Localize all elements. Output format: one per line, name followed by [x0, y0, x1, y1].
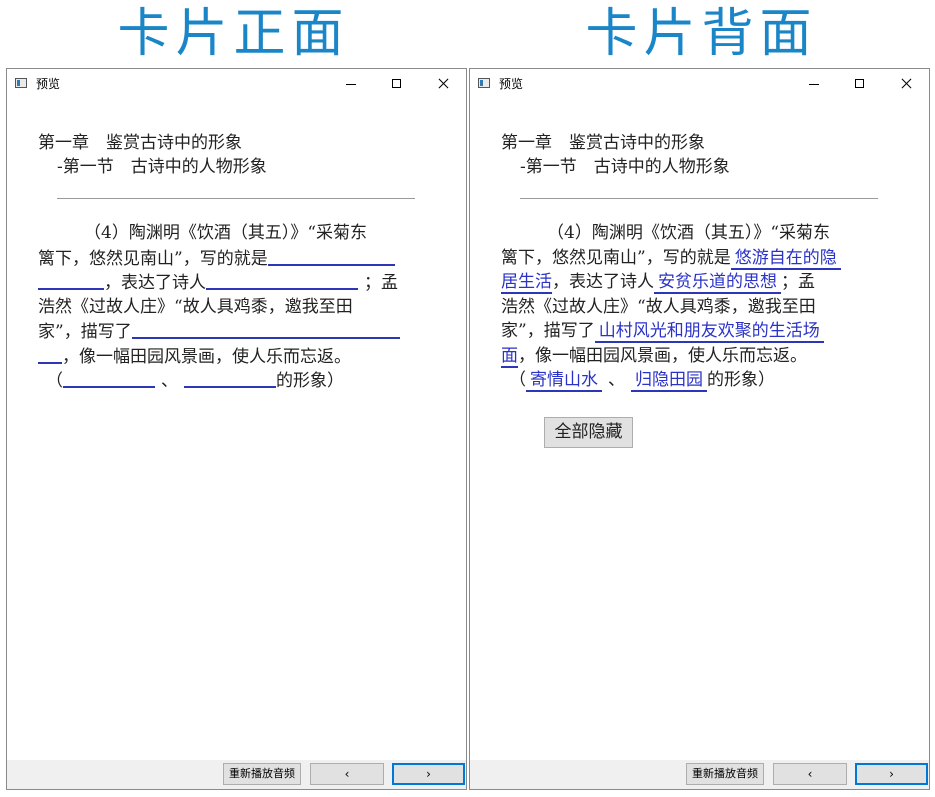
title-bar: 预览: [470, 69, 929, 99]
minimize-icon[interactable]: [791, 69, 837, 99]
answer-line: 家”，描写了 山村风光和朋友欢聚的生活场: [501, 319, 886, 344]
question-text-segment: （4）陶渊明《饮酒（其五）》“采菊东: [547, 223, 831, 243]
card-heading-block: 第一章 鉴赏古诗中的形象 -第一节 古诗中的人物形象: [38, 131, 428, 179]
question-line: （4）陶渊明《饮酒（其五）》“采菊东: [38, 221, 423, 246]
question-text-segment: 、: [608, 370, 625, 390]
question-text-segment: 的形象）: [276, 371, 344, 391]
app-window-icon: [15, 78, 27, 88]
answer-3: 山村风光和朋友欢聚的生活场: [594, 321, 824, 343]
replay-audio-button[interactable]: 重新播放音频: [223, 763, 301, 785]
previous-button[interactable]: ‹: [310, 763, 384, 785]
answer-line: 居生活，表达了诗人 安贫乐道的思想 ；孟: [501, 270, 886, 295]
divider: [57, 198, 415, 199]
answer-1: 悠游自在的隐: [730, 247, 841, 270]
answer-3-continued: 面: [501, 345, 518, 368]
question-text-segment: 浩然《过故人庄》“故人具鸡黍，邀我至田: [38, 296, 353, 317]
question-text-segment: ，像一幅田园风景画，使人乐而忘返。: [518, 345, 807, 366]
bottom-toolbar: 重新播放音频 ‹ ›: [7, 760, 466, 789]
previous-button[interactable]: ‹: [773, 763, 847, 785]
blank-1-continued: [38, 270, 104, 290]
answer-5: 归隐田园: [631, 370, 707, 392]
back-card-heading: 卡片背面: [585, 4, 818, 64]
maximize-icon[interactable]: [374, 69, 420, 99]
replay-audio-button[interactable]: 重新播放音频: [686, 763, 764, 785]
minimize-icon[interactable]: [328, 69, 374, 99]
question-text-segment: （: [46, 371, 63, 391]
section-title: -第一节 古诗中的人物形象: [520, 157, 730, 177]
maximize-icon[interactable]: [837, 69, 883, 99]
chapter-title: 第一章 鉴赏古诗中的形象: [501, 133, 705, 153]
close-icon[interactable]: [420, 69, 466, 99]
close-icon[interactable]: [883, 69, 929, 99]
window-title: 预览: [499, 77, 524, 91]
question-text-segment: 篱下，悠然见南山”，写的就是: [38, 248, 268, 269]
question-text: （4）陶渊明《饮酒（其五）》“采菊东 篱下，悠然见南山”，写的就是 ，表达了诗人…: [38, 221, 423, 393]
answer-1-continued: 居生活: [501, 272, 552, 294]
front-card-heading: 卡片正面: [117, 4, 350, 64]
question-text-segment: ；孟: [781, 272, 815, 292]
blank-3: [131, 319, 400, 339]
question-line: ，表达了诗人 ；孟: [38, 270, 423, 295]
question-line: 浩然《过故人庄》“故人具鸡黍，邀我至田: [38, 295, 423, 320]
answer-line: 浩然《过故人庄》“故人具鸡黍，邀我至田: [501, 295, 886, 320]
question-text-segment: （: [509, 370, 526, 390]
next-button[interactable]: ›: [855, 763, 928, 785]
answer-line: （4）陶渊明《饮酒（其五）》“采菊东: [501, 221, 886, 246]
question-text-segment: ，像一幅田园风景画，使人乐而忘返。: [62, 346, 351, 367]
answer-4: 寄情山水: [526, 370, 602, 392]
preview-window-front: 预览 第一章 鉴赏古诗中的形象 -第一节 古诗中的人物形象 （4）陶渊明《饮酒（…: [6, 68, 467, 790]
blank-3-continued: [38, 344, 62, 364]
question-text-segment: 家”，描写了: [38, 322, 132, 342]
section-title: -第一节 古诗中的人物形象: [57, 157, 267, 177]
question-line: ，像一幅田园风景画，使人乐而忘返。: [38, 344, 423, 369]
question-text-segment: ，表达了诗人: [552, 272, 654, 292]
question-line: （ 、 的形象）: [38, 368, 423, 393]
question-text-segment: 、: [161, 371, 178, 391]
question-text-segment: 家”，描写了: [501, 321, 595, 341]
bottom-toolbar: 重新播放音频 ‹ ›: [470, 760, 929, 789]
next-button[interactable]: ›: [392, 763, 465, 785]
question-text-segment: ；孟: [364, 273, 398, 293]
question-line: 篱下，悠然见南山”，写的就是: [38, 246, 423, 271]
question-text-segment: 浩然《过故人庄》“故人具鸡黍，邀我至田: [501, 296, 816, 317]
blank-5: [184, 368, 276, 388]
answer-line: 篱下，悠然见南山”，写的就是 悠游自在的隐: [501, 246, 886, 271]
answer-text: （4）陶渊明《饮酒（其五）》“采菊东 篱下，悠然见南山”，写的就是 悠游自在的隐 …: [501, 221, 886, 393]
divider: [520, 198, 878, 199]
question-text-segment: ，表达了诗人: [104, 273, 206, 293]
preview-window-back: 预览 第一章 鉴赏古诗中的形象 -第一节 古诗中的人物形象 （4）陶渊明《饮酒（…: [469, 68, 930, 790]
answer-line: （寄情山水、归隐田园 的形象）: [501, 368, 886, 393]
question-text-segment: 篱下，悠然见南山”，写的就是: [501, 247, 731, 268]
chapter-title: 第一章 鉴赏古诗中的形象: [38, 133, 242, 153]
hide-all-button[interactable]: 全部隐藏: [544, 417, 633, 448]
question-text-segment: （4）陶渊明《饮酒（其五）》“采菊东: [84, 223, 368, 243]
answer-2: 安贫乐道的思想: [654, 272, 781, 294]
title-bar: 预览: [7, 69, 466, 99]
blank-4: [63, 368, 155, 388]
card-heading-block: 第一章 鉴赏古诗中的形象 -第一节 古诗中的人物形象: [501, 131, 891, 179]
window-title: 预览: [36, 77, 61, 91]
answer-line: 面，像一幅田园风景画，使人乐而忘返。: [501, 344, 886, 369]
question-line: 家”，描写了: [38, 319, 423, 344]
question-text-segment: 的形象）: [707, 370, 775, 390]
blank-1: [267, 246, 395, 266]
blank-2: [206, 270, 358, 290]
app-window-icon: [478, 78, 490, 88]
